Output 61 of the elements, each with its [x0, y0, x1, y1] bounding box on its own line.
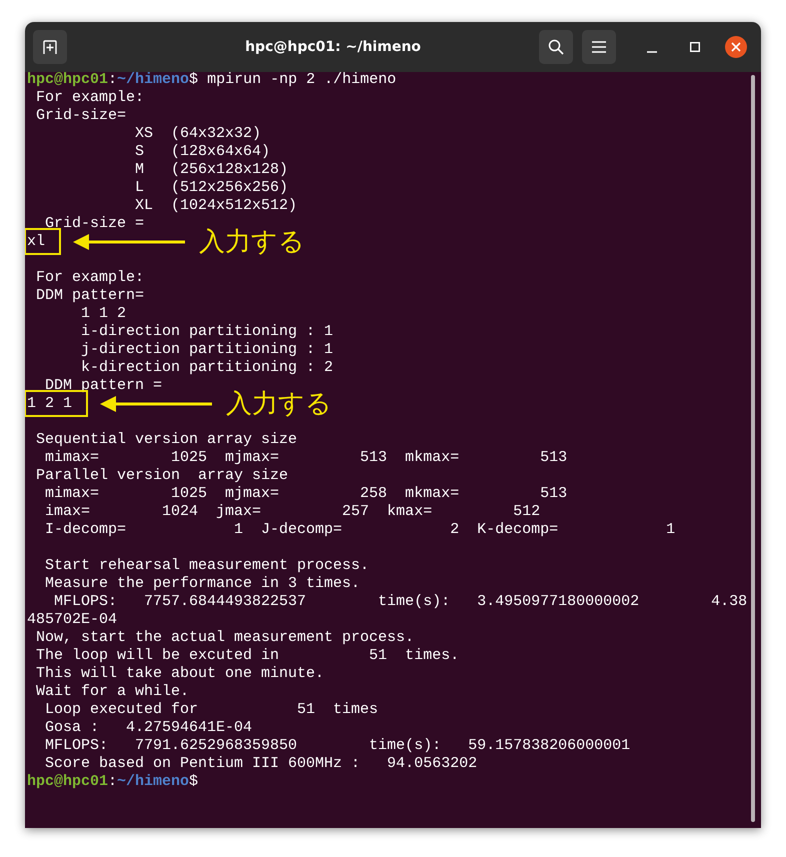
output-line: k-direction partitioning : 2	[80, 359, 334, 377]
output-line: L (512x256x256)	[134, 179, 288, 197]
output-line: For example:	[35, 89, 144, 107]
output-line: Parallel version array size	[35, 467, 288, 485]
output-line: Start rehearsal measurement process.	[44, 557, 370, 575]
minimize-icon	[647, 51, 657, 53]
annotation-label: 入力する	[226, 389, 332, 419]
left-arrow-icon	[100, 396, 212, 412]
menu-button[interactable]	[582, 30, 616, 64]
output-line: 485702E-04	[27, 611, 118, 629]
output-line: mimax= 1025 mjmax= 513 mkmax= 513	[44, 449, 568, 467]
scrollbar[interactable]	[751, 75, 755, 822]
input-text: xl	[27, 233, 46, 250]
input-text: 1 2 1	[27, 395, 72, 412]
close-icon	[731, 42, 741, 52]
prompt-user-host: hpc@hpc01	[27, 71, 108, 89]
output-line: Gosa : 4.27594641E-04	[44, 719, 252, 737]
output-line: Wait for a while.	[35, 683, 190, 701]
prompt-symbol: $	[189, 71, 198, 89]
output-line: DDM pattern=	[35, 287, 144, 305]
output-line: Sequential version array size	[35, 431, 298, 449]
output-line: S (128x64x64)	[134, 143, 270, 161]
new-tab-button[interactable]	[33, 30, 67, 64]
output-line: Measure the performance in 3 times.	[44, 575, 360, 593]
prompt-symbol: $	[189, 773, 198, 791]
output-line: XL (1024x512x512)	[134, 197, 298, 215]
output-line: j-direction partitioning : 1	[80, 341, 334, 359]
window-title: hpc@hpc01: ~/himeno	[244, 39, 422, 55]
output-line: M (256x128x128)	[134, 161, 288, 179]
highlight-box	[25, 228, 62, 255]
output-line: The loop will be excuted in 51 times.	[35, 647, 460, 665]
output-line: 1 1 2	[80, 305, 126, 323]
left-arrow-icon	[73, 234, 186, 250]
output-line: For example:	[35, 269, 144, 287]
prompt-separator: :	[108, 773, 118, 791]
output-line: Score based on Pentium III 600MHz : 94.0563202	[44, 755, 478, 773]
output-line: MFLOPS: 7791.6252968359850 time(s): 59.157838206000001	[44, 737, 630, 755]
annotation-label: 入力する	[199, 227, 306, 257]
new-tab-icon	[42, 39, 58, 55]
menu-icon	[592, 41, 606, 53]
output-line: Loop executed for 51 times	[44, 701, 378, 719]
prompt-path: ~/himeno	[117, 71, 190, 89]
prompt-separator: :	[108, 71, 118, 89]
output-line: Grid-size=	[35, 107, 126, 125]
search-button[interactable]	[539, 30, 573, 64]
output-line: MFLOPS: 7757.6844493822537 time(s): 3.4950977180000002 4.38	[53, 593, 748, 611]
output-line: Grid-size =	[44, 215, 144, 233]
search-icon	[548, 39, 564, 55]
output-line: DDM pattern =	[44, 377, 162, 395]
output-line: mimax= 1025 mjmax= 258 mkmax= 513	[44, 485, 568, 503]
close-button[interactable]	[725, 36, 747, 58]
maximize-icon	[690, 42, 700, 52]
prompt-user-host: hpc@hpc01	[27, 773, 108, 791]
output-line: This will take about one minute.	[35, 665, 324, 683]
output-line: i-direction partitioning : 1	[80, 323, 334, 341]
output-line: Now, start the actual measurement process.	[35, 629, 414, 647]
prompt-path: ~/himeno	[117, 773, 190, 791]
output-line: imax= 1024 jmax= 257 kmax= 512	[44, 503, 540, 521]
output-line: I-decomp= 1 J-decomp= 2 K-decomp= 1	[44, 521, 676, 539]
output-line: XS (64x32x32)	[134, 125, 262, 143]
command-text: mpirun -np 2 ./himeno	[206, 71, 396, 89]
